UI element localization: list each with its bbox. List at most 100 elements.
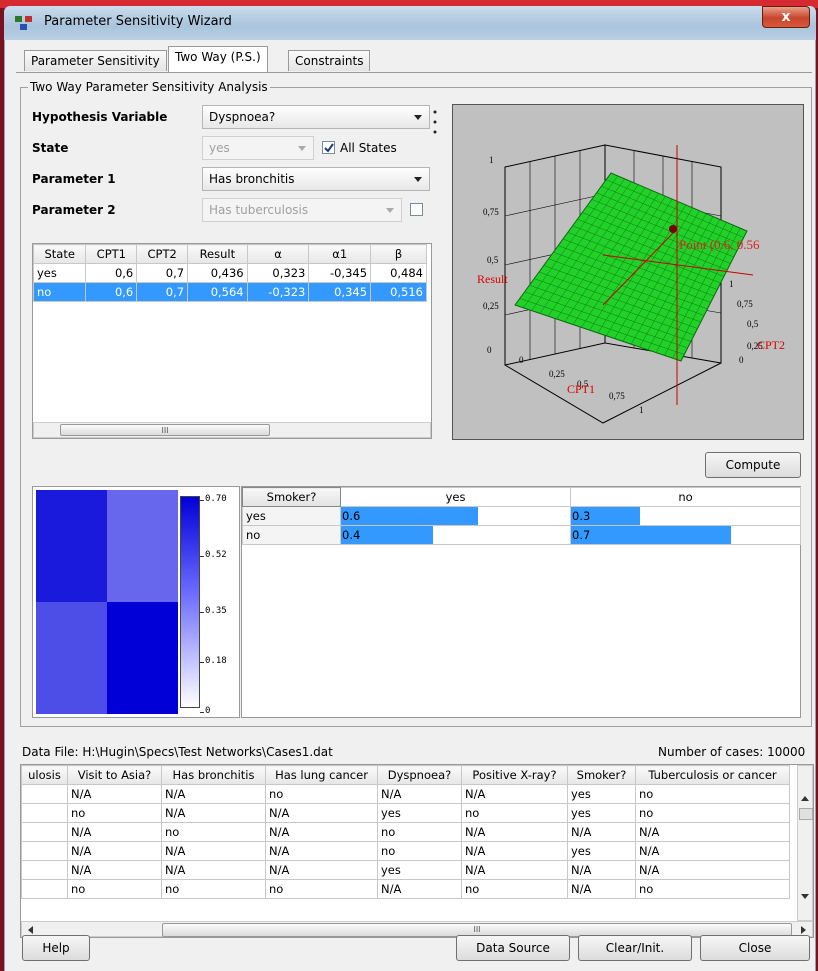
data-header-cell: Smoker? [567,765,636,785]
data-cell [21,841,68,861]
scroll-down-icon[interactable] [801,894,809,899]
all-states-checkbox[interactable] [322,141,335,154]
results-header-cell: State [33,244,87,264]
scroll-right-icon[interactable] [801,926,806,934]
parameter1-select[interactable]: Has bronchitis [202,167,430,191]
data-cell: N/A [265,860,378,880]
data-row[interactable]: N/A N/A no N/A N/A yes no [21,784,790,804]
hypothesis-select[interactable]: Dyspnoea? [202,105,430,129]
x-axis-label: CPT1 [567,382,595,396]
data-row[interactable]: no N/A N/A yes no yes no [21,803,790,823]
help-button[interactable]: Help [22,935,90,961]
data-cell: no [67,879,162,899]
point-marker [669,225,677,233]
scroll-thumb[interactable] [799,808,813,820]
data-row[interactable]: N/A no N/A no N/A N/A N/A [21,822,790,842]
results-cell: 0,7 [136,263,189,283]
close-button[interactable]: Close [700,935,810,961]
results-cell: 0,345 [308,282,372,302]
heatmap[interactable] [36,490,178,714]
heatmap-legend-bar [180,496,200,708]
scroll-up-icon[interactable] [801,796,809,801]
tab-two-way[interactable]: Two Way (P.S.) [168,46,268,72]
data-table[interactable]: ulosis Visit to Asia? Has bronchitis Has lu… [21,765,790,899]
parameter2-select[interactable]: Has tuberculosis [202,198,402,222]
app-icon [14,14,36,32]
data-cell: no [377,822,462,842]
x-tick-label: 0,25 [549,369,565,379]
data-header-cell: Tuberculosis or cancer [635,765,790,785]
cpt-cell[interactable]: 0.3 [570,506,801,526]
data-cell: N/A [67,822,162,842]
data-horizontal-scrollbar[interactable]: III [21,921,813,937]
data-cell: no [635,803,790,823]
data-header-cell: Has bronchitis [161,765,266,785]
point-label: Point (0.6, 0.56 [679,237,760,252]
data-cell: N/A [161,803,266,823]
data-cell: N/A [635,822,790,842]
heatmap-cell[interactable] [36,602,107,714]
results-cell: 0,6 [85,282,138,302]
heatmap-legend: 0.70 0.52 0.35 0.18 0 [200,490,240,716]
group-title: Two Way Parameter Sensitivity Analysis [28,80,270,94]
legend-tick-mark [200,500,204,501]
clear-init-button[interactable]: Clear/Init. [578,935,692,961]
cpt-cell[interactable]: 0.7 [570,525,801,545]
data-file-label: Data File: H:\Hugin\Specs\Test Networks\… [22,745,333,759]
cpt-cell-value: 0.7 [572,528,591,542]
data-header-cell: Has lung cancer [265,765,378,785]
results-cell: -0,323 [246,282,310,302]
scroll-left-icon[interactable] [28,926,33,934]
results-cell: 0,516 [370,282,427,302]
data-cell: N/A [461,822,568,842]
compute-button[interactable]: Compute [705,452,801,478]
data-source-button[interactable]: Data Source [456,935,570,961]
parameter2-value: Has tuberculosis [209,203,309,217]
data-cell: no [635,784,790,804]
z-tick-label: 1 [489,155,494,165]
data-cell: N/A [265,841,378,861]
parameter1-label: Parameter 1 [32,172,116,186]
cpt-cell-fill [341,507,479,525]
results-header-cell: α1 [308,244,372,264]
cpt-row[interactable]: yes 0.6 0.3 [242,506,801,526]
parameter2-checkbox[interactable] [410,203,423,216]
scroll-thumb[interactable]: III [60,424,270,436]
parameter2-label: Parameter 2 [32,203,116,217]
results-cell: -0,345 [308,263,372,283]
z-tick-label: 0,75 [483,207,499,217]
cpt-col-header-yes: yes [340,487,571,507]
tab-constraints[interactable]: Constraints [288,50,371,71]
parameter1-value: Has bronchitis [209,172,295,186]
data-row[interactable]: N/A N/A N/A yes N/A N/A N/A [21,860,790,880]
heatmap-cell[interactable] [107,490,178,602]
close-window-button[interactable]: x [762,6,810,28]
data-row[interactable]: no no no N/A no N/A no [21,879,790,899]
cpt-table[interactable]: Smoker? yes no yes 0.6 0.3 no 0.4 0.7 [242,487,801,545]
cpt-row-label: no [242,525,341,545]
splitter-handle[interactable] [432,108,438,136]
results-row[interactable]: no 0,6 0,7 0,564 -0,323 0,345 0,516 [33,282,427,302]
heatmap-cell[interactable] [36,490,107,602]
cpt-cell[interactable]: 0.4 [340,525,571,545]
results-horizontal-scrollbar[interactable]: III [33,422,431,438]
data-cell: yes [567,803,636,823]
data-vertical-scrollbar[interactable] [797,765,813,921]
data-row[interactable]: N/A N/A N/A no N/A yes N/A [21,841,790,861]
tab-parameter-sensitivity[interactable]: Parameter Sensitivity [24,50,167,71]
results-cell: 0,436 [187,263,248,283]
surface-plot[interactable]: 1 0,75 0,5 0,25 0 0 0,25 0,5 0,75 1 1 0,75 0,5 0,25 0 … [452,104,804,440]
cpt-cell[interactable]: 0.6 [340,506,571,526]
data-cell: yes [567,784,636,804]
results-row[interactable]: yes 0,6 0,7 0,436 0,323 -0,345 0,484 [33,263,427,283]
data-cell: yes [567,841,636,861]
results-header-cell: β [370,244,427,264]
data-cell: N/A [265,803,378,823]
heatmap-cell[interactable] [107,602,178,714]
data-cell: N/A [265,822,378,842]
x-tick-label: 0 [519,355,524,365]
data-cell: N/A [635,841,790,861]
results-header-cell: CPT1 [85,244,138,264]
state-select[interactable]: yes [202,136,314,160]
cpt-row[interactable]: no 0.4 0.7 [242,525,801,545]
